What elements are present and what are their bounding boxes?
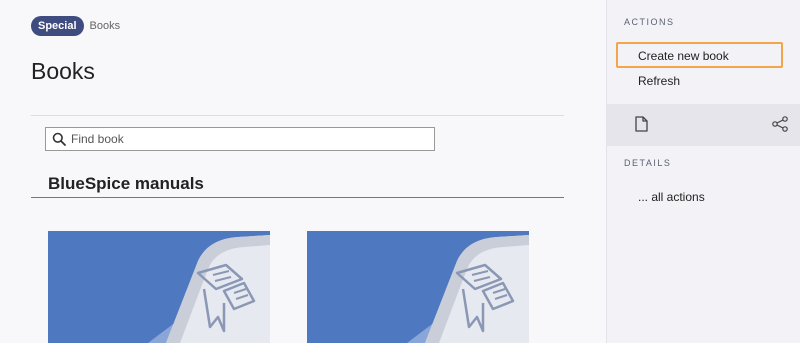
- create-new-book-link[interactable]: Create new book: [638, 49, 729, 63]
- book-section-heading: BlueSpice manuals: [48, 174, 204, 193]
- search-icon: [52, 132, 66, 146]
- find-book-search[interactable]: [45, 127, 435, 151]
- breadcrumb-page-link[interactable]: Books: [90, 20, 121, 32]
- page-icon[interactable]: [632, 115, 650, 133]
- book-cover-image: [48, 231, 270, 343]
- book-card[interactable]: [307, 231, 529, 343]
- book-card[interactable]: [48, 231, 270, 343]
- main-content: Special Books Books BlueSpice manuals: [0, 0, 606, 343]
- section-divider: [31, 197, 564, 198]
- share-icon[interactable]: [771, 115, 789, 133]
- breadcrumb: Special Books: [31, 16, 120, 36]
- book-cover-image: [307, 231, 529, 343]
- breadcrumb-namespace-pill[interactable]: Special: [31, 16, 84, 36]
- actions-heading: ACTIONS: [624, 17, 675, 27]
- details-heading: DETAILS: [624, 158, 672, 168]
- find-book-input[interactable]: [71, 132, 421, 146]
- page-title: Books: [31, 58, 95, 84]
- all-actions-link[interactable]: ... all actions: [638, 190, 705, 204]
- refresh-link[interactable]: Refresh: [638, 74, 680, 88]
- title-divider: [31, 115, 564, 116]
